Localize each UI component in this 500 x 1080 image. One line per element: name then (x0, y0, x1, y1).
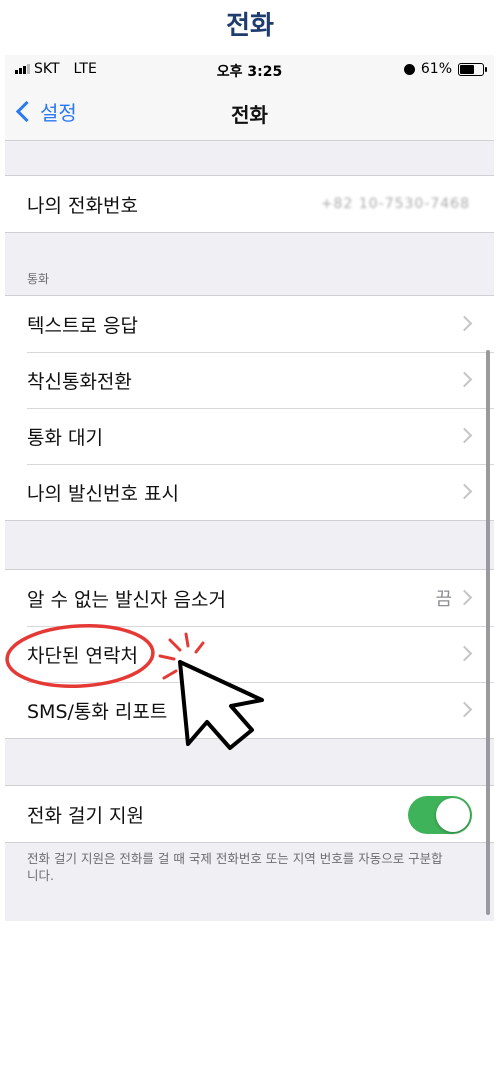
show-caller-id-label: 나의 발신번호 표시 (27, 482, 179, 505)
chevron-right-icon (456, 701, 473, 718)
call-waiting-label: 통화 대기 (27, 426, 103, 449)
alarm-icon (403, 63, 415, 75)
calls-section-header: 통화 (27, 272, 50, 286)
sms-call-report-label: SMS/통화 리포트 (27, 700, 168, 723)
my-number-value: +82 10-7530-7468 (320, 196, 470, 212)
dial-assist-label: 전화 걸기 지원 (27, 804, 144, 827)
scrollbar[interactable] (486, 350, 490, 915)
phone-screen: SKT LTE 오후 3:25 61% 설정 전화 나의 전화번호 +82 10… (5, 55, 494, 921)
list-item[interactable]: SMS/통화 리포트 (5, 682, 494, 738)
list-item[interactable]: 텍스트로 응답 (5, 296, 494, 352)
battery-percent: 61% (420, 61, 452, 77)
my-number-row[interactable]: 나의 전화번호 +82 10-7530-7468 (5, 176, 494, 232)
chevron-right-icon (456, 483, 473, 500)
list-item[interactable]: 착신통화전환 (5, 352, 494, 408)
battery-icon (458, 62, 487, 76)
list-item[interactable]: 통화 대기 (5, 408, 494, 464)
toggle-knob (436, 798, 470, 832)
nav-title: 전화 (231, 103, 268, 127)
navigation-bar: 설정 전화 (5, 85, 494, 141)
text-reply-label: 텍스트로 응답 (27, 314, 138, 337)
dial-assist-toggle[interactable] (408, 796, 472, 834)
dial-assist-group: 전화 걸기 지원 (5, 785, 494, 843)
dial-assist-note: 전화 걸기 지원은 전화를 걸 때 국제 전화번호 또는 지역 번호를 자동으로… (27, 851, 443, 883)
calls-group: 텍스트로 응답 착신통화전환 통화 대기 나의 발신번호 표시 (5, 295, 494, 521)
list-item[interactable]: 차단된 연락처 (5, 626, 494, 682)
chevron-right-icon (456, 645, 473, 662)
blocked-contacts-label: 차단된 연락처 (27, 644, 138, 667)
chevron-right-icon (456, 589, 473, 606)
silence-unknown-value: 끔 (435, 589, 452, 610)
my-number-group: 나의 전화번호 +82 10-7530-7468 (5, 175, 494, 233)
chevron-right-icon (456, 427, 473, 444)
chevron-right-icon (456, 315, 473, 332)
list-item[interactable]: 나의 발신번호 표시 (5, 464, 494, 520)
dial-assist-row: 전화 걸기 지원 (5, 786, 494, 842)
chevron-right-icon (456, 371, 473, 388)
status-bar: SKT LTE 오후 3:25 61% (5, 55, 494, 85)
call-forwarding-label: 착신통화전환 (27, 370, 132, 393)
page-title: 전화 (226, 11, 274, 41)
my-number-label: 나의 전화번호 (27, 194, 138, 217)
blocking-group: 알 수 없는 발신자 음소거 끔 차단된 연락처 SMS/통화 리포트 (5, 569, 494, 739)
list-item[interactable]: 알 수 없는 발신자 음소거 끔 (5, 570, 494, 626)
silence-unknown-label: 알 수 없는 발신자 음소거 (27, 588, 226, 611)
